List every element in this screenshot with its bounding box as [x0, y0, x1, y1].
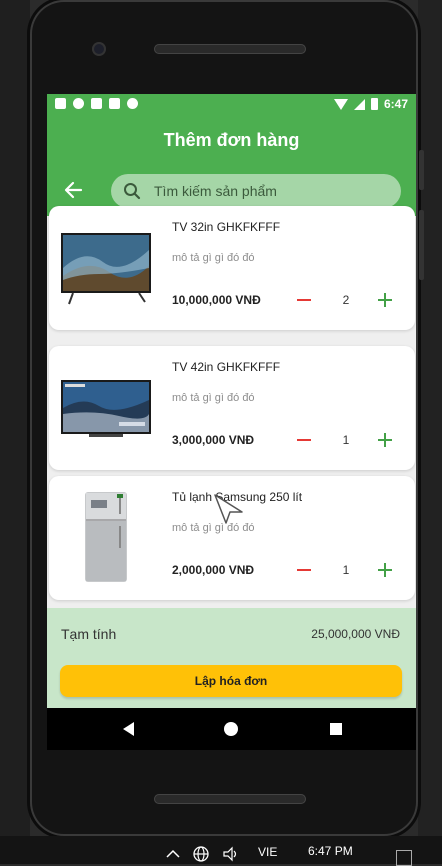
record-icon: [73, 98, 84, 109]
notification-icons: [55, 98, 138, 109]
cloud-icon: [127, 98, 138, 109]
status-right: 6:47: [333, 97, 408, 111]
order-summary: Tạm tính 25,000,000 VNĐ Lập hóa đơn: [47, 608, 416, 708]
search-input[interactable]: Tìm kiếm sản phẩm: [111, 174, 401, 208]
product-price: 2,000,000 VNĐ: [172, 563, 255, 577]
decrease-quantity-button[interactable]: [295, 431, 313, 449]
nav-recent-apps-icon[interactable]: [330, 723, 342, 735]
app-screen: 6:47 Thêm đơn hàng Tìm kiếm sản phẩm TV …: [47, 94, 416, 708]
desktop-right-edge: [418, 0, 442, 864]
back-arrow-icon[interactable]: [63, 180, 83, 200]
android-nav-bar: [47, 708, 416, 750]
search-icon: [124, 183, 141, 200]
product-price: 10,000,000 VNĐ: [172, 293, 261, 307]
increase-quantity-button[interactable]: [376, 561, 394, 579]
product-quantity: 1: [342, 433, 350, 447]
status-bar: 6:47: [47, 94, 416, 116]
speaker-icon[interactable]: [222, 845, 240, 863]
increase-quantity-button[interactable]: [376, 431, 394, 449]
app-bar: Thêm đơn hàng: [47, 116, 416, 164]
increase-quantity-button[interactable]: [376, 291, 394, 309]
clock[interactable]: 6:47 PM: [308, 844, 353, 858]
nav-home-icon[interactable]: [224, 722, 238, 736]
tv-32in-image: [61, 233, 151, 305]
nav-back-icon[interactable]: [123, 722, 134, 736]
decrease-quantity-button[interactable]: [295, 561, 313, 579]
sd-card-icon: [91, 98, 102, 109]
battery-icon: [370, 98, 378, 110]
product-card[interactable]: TV 42in GHKFKFFF mô tả gì gì đó đó 3,000…: [49, 346, 415, 470]
signal-icon: [353, 98, 365, 110]
desktop-left-edge: [0, 0, 30, 864]
side-button: [419, 210, 424, 280]
product-name: TV 32in GHKFKFFF: [172, 220, 281, 234]
product-name: TV 42in GHKFKFFF: [172, 360, 281, 374]
tv-42in-image: [61, 380, 151, 437]
product-description: mô tả gì gì đó đó: [172, 392, 255, 404]
status-time: 6:47: [383, 97, 408, 111]
product-quantity: 2: [342, 293, 350, 307]
product-description: mô tả gì gì đó đó: [172, 252, 255, 264]
subtotal-label: Tạm tính: [61, 626, 117, 642]
side-button: [419, 150, 424, 190]
front-camera: [92, 42, 106, 56]
chevron-up-icon[interactable]: [164, 845, 182, 863]
product-list[interactable]: TV 32in GHKFKFFF mô tả gì gì đó đó 10,00…: [47, 206, 416, 608]
fridge-image: [85, 492, 127, 582]
input-language[interactable]: VIE: [258, 845, 277, 859]
product-card[interactable]: TV 32in GHKFKFFF mô tả gì gì đó đó 10,00…: [49, 206, 415, 330]
product-quantity: 1: [342, 563, 350, 577]
subtotal-value: 25,000,000 VNĐ: [311, 627, 400, 641]
windows-taskbar: VIE 6:47 PM: [0, 836, 442, 866]
page-title: Thêm đơn hàng: [163, 130, 300, 150]
mouse-cursor-icon: [214, 494, 243, 524]
play-store-icon: [109, 98, 120, 109]
product-price: 3,000,000 VNĐ: [172, 433, 255, 447]
decrease-quantity-button[interactable]: [295, 291, 313, 309]
top-speaker: [154, 44, 306, 54]
mail-icon: [55, 98, 66, 109]
search-placeholder: Tìm kiếm sản phẩm: [154, 183, 277, 199]
create-invoice-button[interactable]: Lập hóa đơn: [60, 665, 402, 697]
wifi-icon: [333, 98, 348, 110]
globe-icon[interactable]: [192, 845, 210, 863]
bottom-speaker: [154, 794, 306, 804]
